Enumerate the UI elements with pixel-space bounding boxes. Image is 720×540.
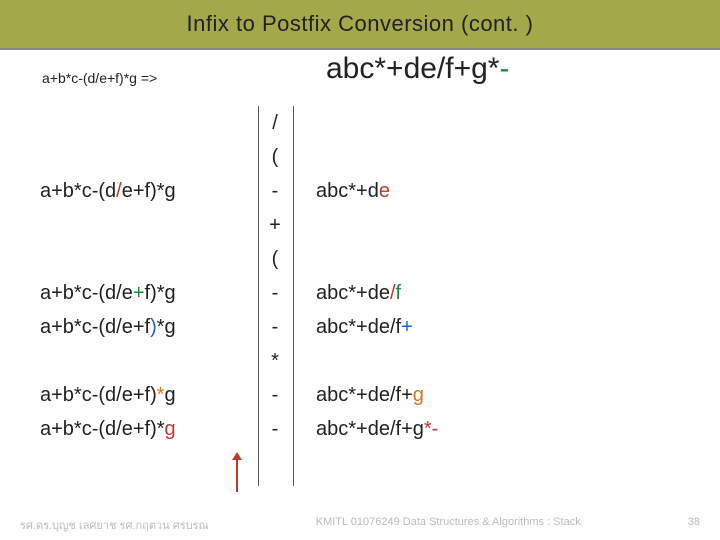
stack-cell: *: [258, 344, 292, 378]
stack-cell: -: [258, 412, 292, 446]
conversion-table: / ( a+b*c-(d/e+f)*g-abc*+de + ( a+b*c-(d…: [40, 106, 438, 446]
table-row: /: [40, 106, 438, 140]
table-row: a+b*c-(d/e+f)*g-abc*+de/f: [40, 276, 438, 310]
title-bar: Infix to Postfix Conversion (cont. ): [0, 0, 720, 50]
table-row: a+b*c-(d/e+f)*g-abc*+de: [40, 174, 438, 208]
infix-cell: a+b*c-(d/e+f)*g: [40, 310, 258, 344]
stack-cell: -: [258, 276, 292, 310]
footer-page: 38: [688, 516, 700, 534]
result-main: abc*+de/f+g*: [326, 52, 499, 85]
footer: รศ.ดร.บุญช เลศยาช รศ.กฤตวน ศรบรณ KMITL 0…: [0, 516, 720, 534]
stack-cell: /: [258, 106, 292, 140]
table-row: +: [40, 208, 438, 242]
result-tail: -: [499, 52, 509, 85]
table-row: a+b*c-(d/e+f)*g-abc*+de/f+g: [40, 378, 438, 412]
slide-title: Infix to Postfix Conversion (cont. ): [187, 11, 534, 37]
infix-cell: a+b*c-(d/e+f)*g: [40, 412, 258, 446]
stack-cell: -: [258, 174, 292, 208]
postfix-cell: abc*+de/f: [292, 276, 401, 310]
table-row: (: [40, 140, 438, 174]
postfix-cell: abc*+de/f+g: [292, 378, 424, 412]
table-row: *: [40, 344, 438, 378]
stack-cell: (: [258, 242, 292, 276]
infix-cell: a+b*c-(d/e+f)*g: [40, 378, 258, 412]
infix-cell: a+b*c-(d/e+f)*g: [40, 276, 258, 310]
source-expression: a+b*c-(d/e+f)*g =>: [42, 70, 157, 86]
result-expression: abc*+de/f+g*-: [326, 52, 509, 86]
stack-cell: -: [258, 310, 292, 344]
infix-cell: a+b*c-(d/e+f)*g: [40, 174, 258, 208]
arrow-up-icon: [236, 454, 238, 492]
postfix-cell: abc*+de/f+g*-: [292, 412, 438, 446]
postfix-cell: abc*+de: [292, 174, 390, 208]
stack-cell: +: [258, 208, 292, 242]
table-row: a+b*c-(d/e+f)*g-abc*+de/f+g*-: [40, 412, 438, 446]
stack-cell: (: [258, 140, 292, 174]
table-row: (: [40, 242, 438, 276]
postfix-cell: abc*+de/f+: [292, 310, 413, 344]
stack-cell: -: [258, 378, 292, 412]
footer-course: KMITL 01076249 Data Structures & Algorit…: [316, 516, 581, 534]
table-row: a+b*c-(d/e+f)*g-abc*+de/f+: [40, 310, 438, 344]
footer-authors: รศ.ดร.บุญช เลศยาช รศ.กฤตวน ศรบรณ: [20, 516, 209, 534]
